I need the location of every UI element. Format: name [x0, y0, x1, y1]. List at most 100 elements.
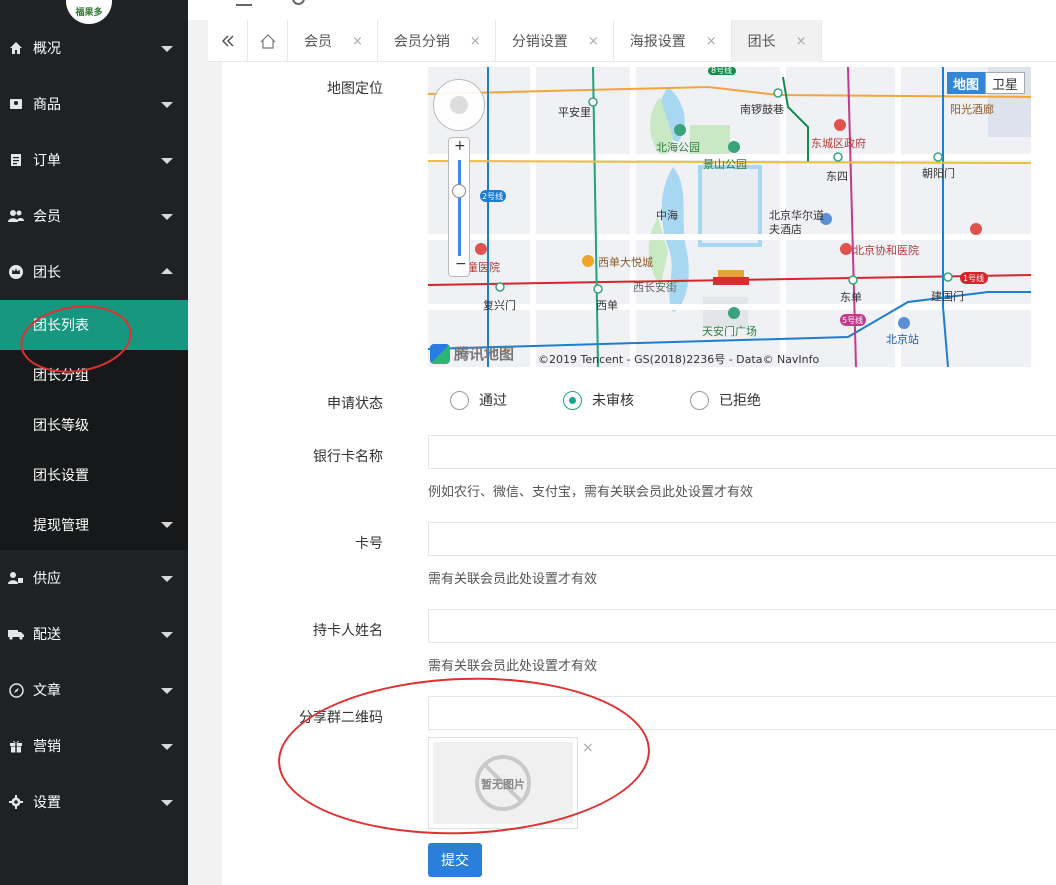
tab-members[interactable]: 会员 × — [288, 20, 378, 62]
chevron-down-icon — [161, 214, 173, 220]
sidebar-item-goods[interactable]: 商品 — [0, 76, 188, 132]
sidebar-item-articles[interactable]: 文章 — [0, 662, 188, 718]
close-icon[interactable]: × — [706, 34, 717, 49]
chevron-down-icon — [161, 576, 173, 582]
sidebar-item-marketing[interactable]: 营销 — [0, 718, 188, 774]
map-place: 阳光酒廊 — [950, 103, 994, 116]
crown-icon — [8, 264, 24, 280]
map-brand-text: 腾讯地图 — [454, 345, 515, 363]
annotation-circle — [275, 671, 653, 841]
map-pan-control[interactable] — [433, 79, 485, 131]
map-place: 南锣鼓巷 — [740, 103, 784, 116]
metro-line-label: 5号线 — [842, 316, 864, 325]
close-icon[interactable]: × — [470, 34, 481, 49]
radio-circle[interactable] — [690, 390, 709, 410]
map-type-map-button[interactable]: 地图 — [947, 72, 985, 94]
tab-distribution-settings[interactable]: 分销设置 × — [496, 20, 614, 62]
holder-name-input[interactable] — [428, 609, 1056, 643]
map-view[interactable]: 平安里 南锣鼓巷 阳光酒廊 北海公园 景山公园 东城区政府 东四 朝阳门 中海 … — [428, 67, 1031, 367]
tab-member-distribution[interactable]: 会员分销 × — [378, 20, 496, 62]
tabs-scroll-left-icon[interactable] — [208, 20, 248, 62]
chevron-down-icon — [161, 102, 173, 108]
map-place: 西长安街 — [633, 281, 677, 294]
close-icon[interactable]: × — [588, 34, 599, 49]
sidebar-item-leader-settings[interactable]: 团长设置 — [0, 450, 188, 500]
sidebar-item-delivery[interactable]: 配送 — [0, 606, 188, 662]
sidebar-item-label: 营销 — [33, 739, 61, 755]
refresh-icon[interactable] — [292, 0, 305, 5]
map-place: 天安门广场 — [702, 325, 757, 338]
close-icon[interactable]: × — [352, 34, 363, 49]
tencent-map-logo-icon — [430, 343, 450, 364]
map-place: 中海 — [656, 209, 678, 222]
close-icon[interactable]: × — [796, 34, 807, 49]
sidebar-item-label: 提现管理 — [33, 518, 89, 534]
supply-icon — [8, 570, 24, 586]
tab-home[interactable] — [248, 20, 288, 62]
chevron-up-icon — [161, 268, 173, 274]
map-place: 东城区政府 — [811, 137, 866, 150]
submit-button[interactable]: 提交 — [428, 843, 482, 877]
sidebar-item-label: 供应 — [33, 571, 61, 587]
map-copyright: ©2019 Tencent - GS(2018)2236号 - Data© Na… — [538, 353, 820, 366]
map-type-satellite-button[interactable]: 卫星 — [985, 72, 1025, 94]
page-gutter — [188, 20, 208, 885]
chevron-down-icon — [161, 158, 173, 164]
home-outline-icon — [260, 33, 275, 49]
zoom-in-icon[interactable]: + — [454, 138, 466, 154]
chevron-down-icon — [161, 744, 173, 750]
logo-text: 福果多 — [75, 8, 103, 18]
zoom-out-icon[interactable]: − — [455, 256, 467, 272]
tab-leader[interactable]: 团长 × — [731, 20, 822, 62]
map-place: 平安里 — [558, 106, 591, 119]
status-radio-rejected[interactable]: 已拒绝 — [690, 390, 761, 410]
map-place: 北京华尔道夫酒店 — [769, 209, 824, 236]
holder-name-hint: 需有关联会员此处设置才有效 — [428, 659, 598, 674]
sidebar-item-label: 配送 — [33, 627, 61, 643]
map-place: 东四 — [826, 170, 848, 183]
status-radio-group: 通过 未审核 已拒绝 — [450, 390, 817, 410]
menu-toggle-icon[interactable] — [236, 0, 252, 6]
sidebar-item-label: 设置 — [33, 795, 61, 811]
chevron-down-icon — [161, 522, 173, 528]
sidebar-item-orders[interactable]: 订单 — [0, 132, 188, 188]
map-label: 地图定位 — [327, 81, 383, 97]
map-place: 建国门 — [931, 290, 964, 303]
card-number-input[interactable] — [428, 522, 1056, 556]
sidebar-item-members[interactable]: 会员 — [0, 188, 188, 244]
status-radio-pending[interactable]: 未审核 — [563, 390, 634, 410]
chevron-down-icon — [161, 688, 173, 694]
status-label: 申请状态 — [327, 396, 383, 412]
sidebar-item-label: 团长等级 — [33, 418, 89, 434]
metro-line-label: 1号线 — [963, 274, 985, 283]
sidebar-item-label: 团长设置 — [33, 468, 89, 484]
sidebar-item-overview[interactable]: 概况 — [0, 20, 188, 76]
tab-poster-settings[interactable]: 海报设置 × — [614, 20, 732, 62]
bank-name-input[interactable] — [428, 435, 1056, 469]
holder-name-label: 持卡人姓名 — [313, 623, 383, 639]
card-number-label: 卡号 — [355, 536, 383, 552]
status-radio-approved[interactable]: 通过 — [450, 390, 507, 410]
zoom-slider-handle[interactable] — [452, 184, 466, 198]
users-icon — [8, 208, 24, 224]
sidebar-item-supply[interactable]: 供应 — [0, 550, 188, 606]
map-zoom-control[interactable]: + − — [448, 137, 470, 277]
sidebar-item-withdraw[interactable]: 提现管理 — [0, 500, 188, 550]
map-place: 复兴门 — [483, 299, 516, 312]
radio-circle-checked[interactable] — [563, 390, 582, 410]
sidebar-item-label: 商品 — [33, 97, 61, 113]
sidebar-item-leader[interactable]: 团长 — [0, 244, 188, 300]
radio-circle[interactable] — [450, 390, 469, 410]
card-number-hint: 需有关联会员此处设置才有效 — [428, 572, 598, 587]
sidebar: 福果多 概况 商品 订单 会员 团长 团长列表 团长分组 团长等级 团长设置 提… — [0, 0, 188, 885]
bank-name-label: 银行卡名称 — [313, 449, 383, 465]
sidebar-item-leader-level[interactable]: 团长等级 — [0, 400, 188, 450]
content-gutter — [208, 62, 222, 885]
home-icon — [8, 40, 24, 56]
chevron-down-icon — [161, 632, 173, 638]
compass-icon — [8, 682, 24, 698]
map-place: 西单 — [596, 299, 618, 312]
map-place: 北海公园 — [656, 141, 700, 154]
goods-icon — [8, 96, 24, 112]
sidebar-item-settings[interactable]: 设置 — [0, 774, 188, 830]
